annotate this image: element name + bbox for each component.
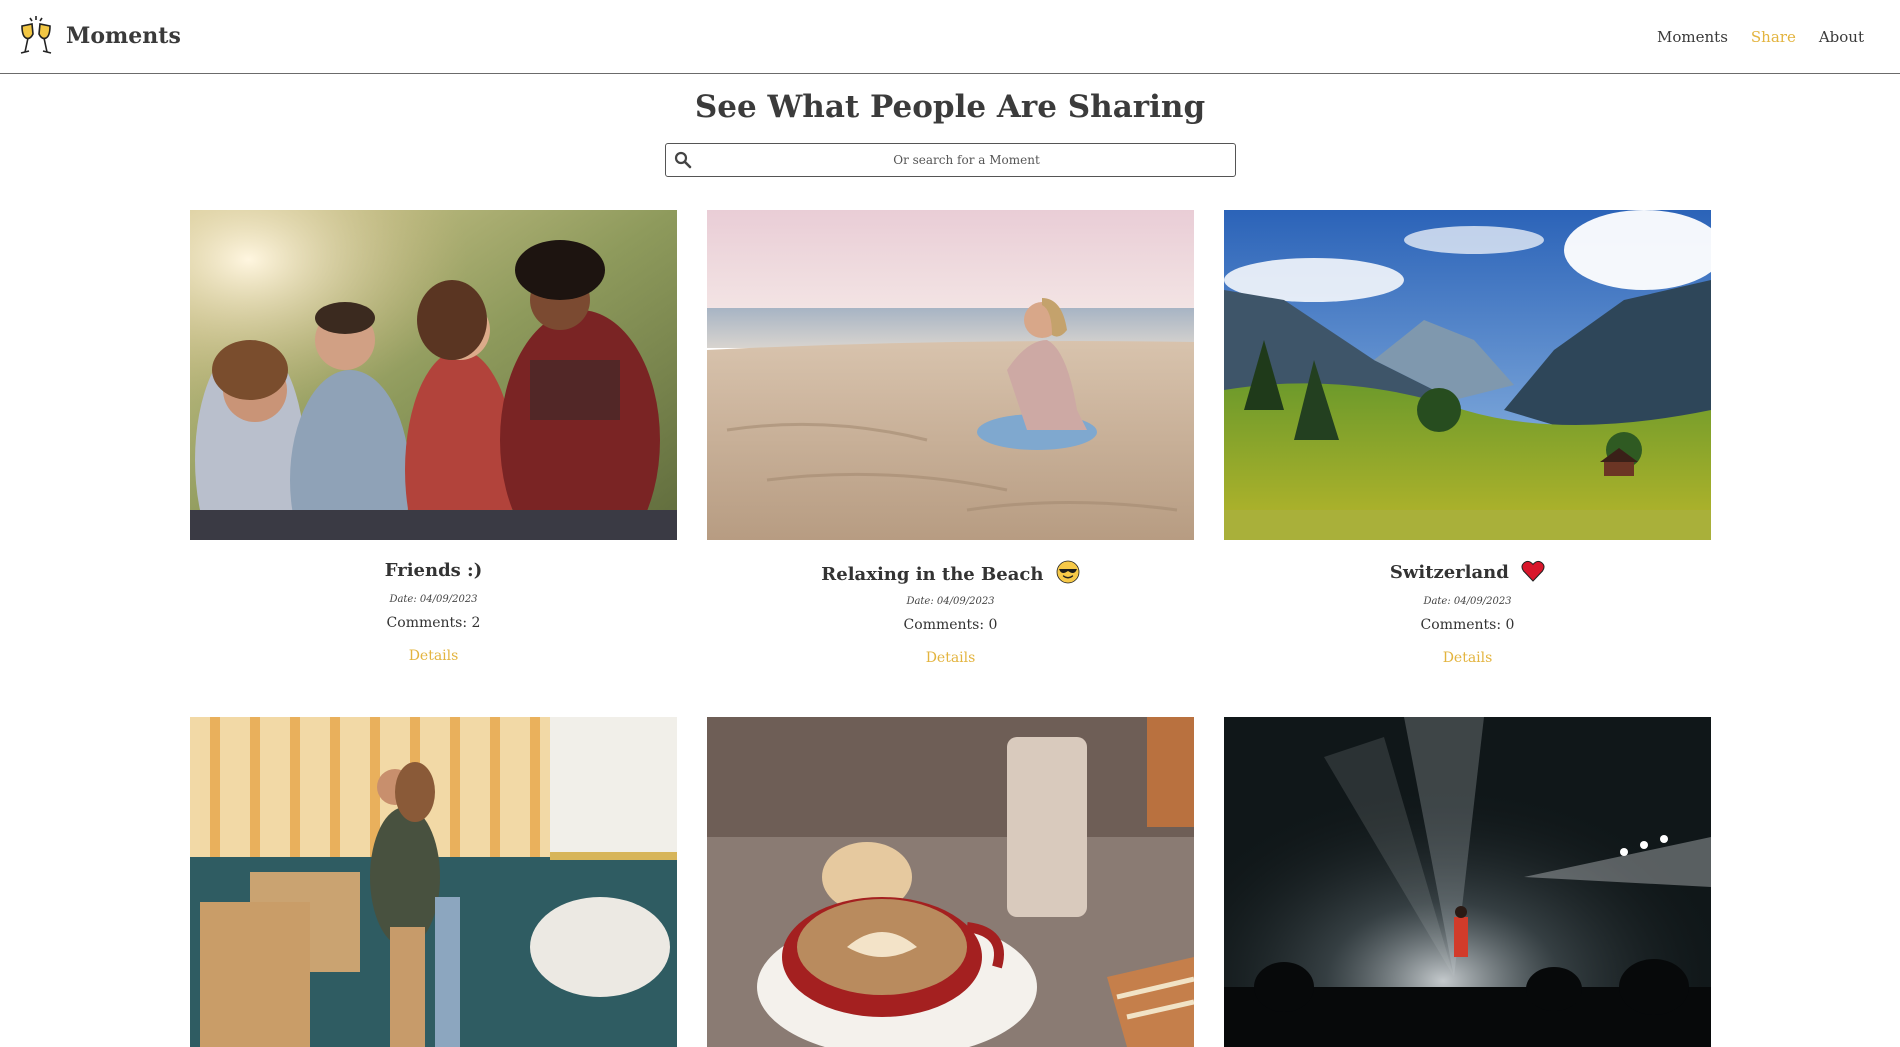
brand-name: Moments xyxy=(66,23,181,49)
card-comments: Comments: 0 xyxy=(1420,617,1515,633)
moment-card: Relaxing in the Beach Date: 04/09/2023 C… xyxy=(707,210,1194,666)
search-icon xyxy=(674,151,692,169)
moment-card xyxy=(190,717,677,1047)
moment-card: Switzerland Date: 04/09/2023 Comments: 0… xyxy=(1224,210,1711,666)
champagne-glasses-icon xyxy=(20,16,52,54)
nav-link-moments[interactable]: Moments xyxy=(1657,28,1728,46)
concert-photo[interactable] xyxy=(1224,717,1711,1047)
details-link[interactable]: Details xyxy=(409,648,459,664)
friends-photo[interactable] xyxy=(190,210,677,540)
main-nav: Moments Share About xyxy=(1634,0,1864,74)
card-title: Relaxing in the Beach xyxy=(707,560,1194,586)
mountains-photo[interactable] xyxy=(1224,210,1711,540)
details-link[interactable]: Details xyxy=(926,650,976,666)
couple-photo[interactable] xyxy=(190,717,677,1047)
card-date: Date: 04/09/2023 xyxy=(1423,596,1512,607)
brand[interactable]: Moments xyxy=(16,14,181,58)
details-link[interactable]: Details xyxy=(1443,650,1493,666)
moment-card: Friends :) Date: 04/09/2023 Comments: 2 … xyxy=(190,210,677,664)
moment-card xyxy=(707,717,1194,1047)
search-bar xyxy=(665,143,1236,177)
card-comments: Comments: 2 xyxy=(386,615,481,631)
coffee-photo[interactable] xyxy=(707,717,1194,1047)
heart-emoji-icon xyxy=(1521,560,1545,582)
page-title: See What People Are Sharing xyxy=(694,89,1206,125)
card-comments: Comments: 0 xyxy=(903,617,998,633)
card-title: Switzerland xyxy=(1224,560,1711,586)
moment-card xyxy=(1224,717,1711,1047)
card-title-text: Switzerland xyxy=(1389,562,1509,583)
card-title-text: Relaxing in the Beach xyxy=(821,564,1044,585)
beach-photo[interactable] xyxy=(707,210,1194,540)
card-date: Date: 04/09/2023 xyxy=(389,594,478,605)
top-navbar: Moments Moments Share About xyxy=(0,0,1900,74)
sunglasses-emoji-icon xyxy=(1056,560,1080,584)
card-title: Friends :) xyxy=(190,558,677,584)
card-title-text: Friends :) xyxy=(384,560,483,581)
nav-link-about[interactable]: About xyxy=(1819,28,1864,46)
card-date: Date: 04/09/2023 xyxy=(906,596,995,607)
nav-link-share[interactable]: Share xyxy=(1751,28,1796,46)
search-input[interactable] xyxy=(698,144,1235,176)
